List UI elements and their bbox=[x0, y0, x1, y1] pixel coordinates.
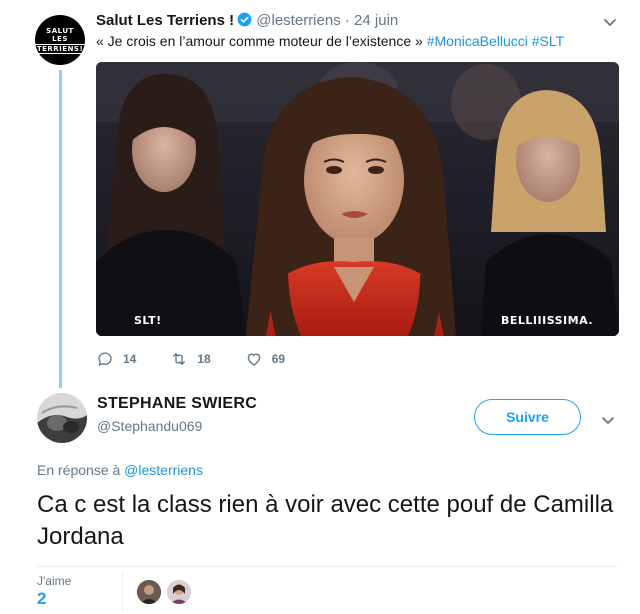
verified-badge-icon bbox=[237, 12, 252, 27]
stats-divider bbox=[37, 566, 617, 567]
reply-author-name[interactable]: STEPHANE SWIERC bbox=[97, 395, 257, 413]
tv-still-illustration bbox=[96, 62, 619, 336]
stephane-swierc-avatar[interactable] bbox=[37, 393, 87, 443]
retweet-icon bbox=[173, 353, 186, 365]
like-action[interactable]: 69 bbox=[245, 350, 285, 368]
liker-avatar[interactable] bbox=[137, 580, 161, 604]
reply-text: Ca c est la class rien à voir avec cette… bbox=[37, 491, 614, 550]
reply-action[interactable]: 14 bbox=[96, 350, 136, 368]
like-count: 69 bbox=[271, 352, 286, 366]
avatar-logo-line-2: LES bbox=[52, 34, 68, 43]
media-caption-right: BELLIIISSIMA. bbox=[501, 314, 593, 327]
tweet-date[interactable]: 24 juin bbox=[354, 12, 398, 29]
reply-mention-link[interactable]: @lesterriens bbox=[124, 462, 203, 478]
stats-separator bbox=[122, 571, 123, 611]
tweet-media-image[interactable]: SLT! BELLIIISSIMA. bbox=[96, 62, 619, 336]
avatar-logo-line-1: SALUT bbox=[46, 26, 74, 35]
reply-icon bbox=[98, 352, 112, 366]
hashtag-monicabellucci[interactable]: #MonicaBellucci bbox=[427, 33, 528, 49]
likes-label: J'aime bbox=[37, 574, 72, 588]
tweet-author-name[interactable]: Salut Les Terriens ! bbox=[96, 12, 234, 29]
reply-context: En réponse à @lesterriens bbox=[37, 462, 203, 478]
tweet-text: « Je crois en l’amour comme moteur de l’… bbox=[96, 33, 564, 49]
tweet-header: Salut Les Terriens ! @lesterriens · 24 j… bbox=[96, 12, 398, 29]
tweet-quote: « Je crois en l’amour comme moteur de l’… bbox=[96, 33, 427, 49]
heart-icon bbox=[247, 353, 261, 366]
avatar-photo bbox=[37, 393, 87, 443]
hashtag-slt[interactable]: #SLT bbox=[532, 33, 564, 49]
tweet-actions: 14 18 69 bbox=[96, 350, 319, 368]
salut-les-terriens-avatar[interactable]: SALUT LES TERRIENS! bbox=[33, 15, 87, 65]
liker-avatar[interactable] bbox=[167, 580, 191, 604]
chevron-down-icon[interactable] bbox=[600, 412, 616, 428]
chevron-down-icon[interactable] bbox=[602, 14, 618, 30]
retweet-action[interactable]: 18 bbox=[170, 350, 211, 368]
retweet-count: 18 bbox=[197, 352, 211, 366]
reply-count: 14 bbox=[123, 352, 137, 366]
media-caption-left: SLT! bbox=[134, 314, 162, 327]
reply-author-handle[interactable]: @Stephandu069 bbox=[97, 418, 202, 434]
likes-count[interactable]: 2 bbox=[37, 589, 46, 609]
tweet-author-handle[interactable]: @lesterriens bbox=[256, 12, 340, 29]
header-separator: · bbox=[344, 12, 350, 29]
reply-context-label: En réponse à bbox=[37, 462, 125, 478]
follow-button[interactable]: Suivre bbox=[474, 399, 581, 435]
avatar-logo-line-3: TERRIENS! bbox=[33, 43, 87, 54]
thread-connector-line bbox=[59, 70, 62, 388]
